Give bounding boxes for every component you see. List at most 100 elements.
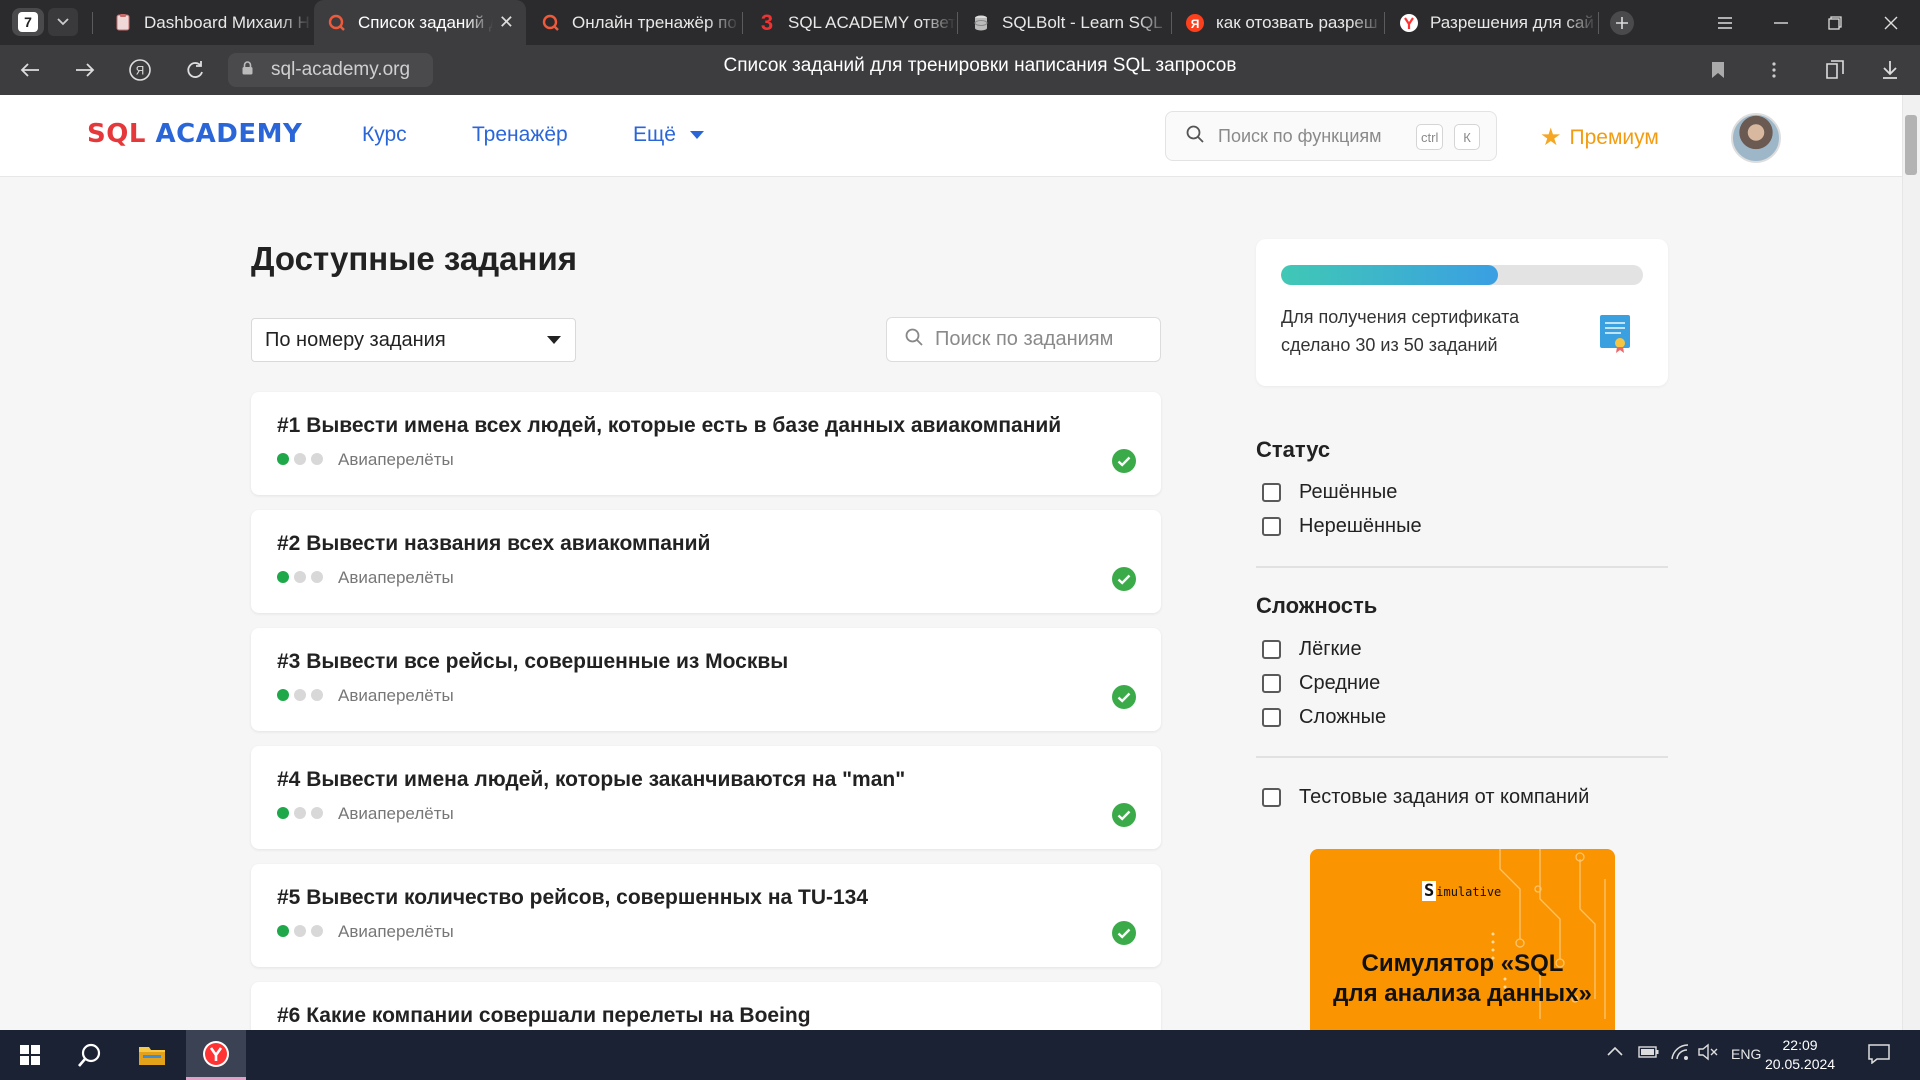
difficulty-dot bbox=[294, 807, 306, 819]
browser-tab-site-permissions[interactable]: Разрешения для сай bbox=[1386, 0, 1598, 45]
promo-brand-logo: Simulative bbox=[1422, 881, 1501, 901]
download-icon[interactable] bbox=[1872, 53, 1908, 87]
tab-list-dropdown-icon[interactable] bbox=[48, 8, 78, 36]
collections-icon[interactable] bbox=[1817, 53, 1853, 87]
search-icon bbox=[1186, 125, 1204, 148]
tab-label: Онлайн тренажёр по bbox=[572, 12, 737, 32]
minimize-icon[interactable] bbox=[1756, 0, 1806, 45]
premium-link[interactable]: ★ Премиум bbox=[1540, 123, 1659, 152]
close-window-icon[interactable] bbox=[1866, 0, 1916, 45]
task-category: Авиаперелёты bbox=[338, 450, 454, 469]
notifications-icon[interactable] bbox=[1868, 1044, 1890, 1068]
browser-tab-dashboard[interactable]: Dashboard Михаил Н bbox=[100, 0, 312, 45]
task-card[interactable]: #2 Вывести названия всех авиакомпаний Ави… bbox=[251, 510, 1161, 613]
nav-link-course[interactable]: Курс bbox=[362, 123, 407, 147]
scrollbar-thumb[interactable] bbox=[1905, 115, 1917, 175]
task-title[interactable]: #6 Какие компании совершали перелеты на … bbox=[277, 1004, 811, 1028]
browser-tab-task-list[interactable]: Список заданий дл ✕ bbox=[314, 0, 526, 45]
filter-solved-checkbox[interactable]: Решённые bbox=[1262, 481, 1397, 504]
yandex-home-icon[interactable]: Я bbox=[122, 53, 158, 87]
task-title[interactable]: #5 Вывести количество рейсов, совершенны… bbox=[277, 886, 868, 910]
checkbox[interactable] bbox=[1262, 674, 1281, 693]
checkbox[interactable] bbox=[1262, 788, 1281, 807]
status-filter-heading: Статус bbox=[1256, 437, 1331, 462]
star-icon: ★ bbox=[1540, 124, 1562, 151]
clock-time: 22:09 bbox=[1782, 1037, 1818, 1053]
checkbox[interactable] bbox=[1262, 517, 1281, 536]
site-logo[interactable]: SQL ACADEMY bbox=[87, 119, 302, 149]
taskbar-clock[interactable]: 22:09 20.05.2024 bbox=[1765, 1036, 1835, 1074]
filter-company-tests-checkbox[interactable]: Тестовые задания от компаний bbox=[1262, 786, 1589, 809]
task-card[interactable]: #5 Вывести количество рейсов, совершенны… bbox=[251, 864, 1161, 967]
nav-link-more[interactable]: Ещё bbox=[633, 123, 704, 147]
taskbar-yandex-browser-icon[interactable] bbox=[186, 1030, 246, 1080]
more-options-icon[interactable] bbox=[1756, 53, 1792, 87]
file-explorer-icon[interactable] bbox=[122, 1030, 182, 1080]
filter-medium-checkbox[interactable]: Средние bbox=[1262, 672, 1380, 695]
bookmark-icon[interactable] bbox=[1700, 53, 1736, 87]
back-arrow-icon[interactable] bbox=[12, 53, 48, 87]
svg-text:Я: Я bbox=[1191, 17, 1200, 31]
filter-divider bbox=[1256, 756, 1668, 758]
task-card[interactable]: #4 Вывести имена людей, которые заканчив… bbox=[251, 746, 1161, 849]
wifi-icon[interactable] bbox=[1670, 1043, 1690, 1065]
checkbox[interactable] bbox=[1262, 708, 1281, 727]
tab-counter-button[interactable]: 7 bbox=[12, 8, 44, 36]
task-category: Авиаперелёты bbox=[338, 568, 454, 587]
taskbar-search-icon[interactable] bbox=[60, 1030, 120, 1080]
nav-more-label: Ещё bbox=[633, 123, 676, 146]
certificate-progress-card: Для получения сертификата сделано 30 из … bbox=[1256, 239, 1668, 386]
search-icon bbox=[905, 328, 923, 351]
url-field[interactable]: sql-academy.org bbox=[228, 53, 433, 87]
battery-icon[interactable] bbox=[1638, 1045, 1660, 1063]
filter-unsolved-checkbox[interactable]: Нерешённые bbox=[1262, 515, 1422, 538]
forward-arrow-icon[interactable] bbox=[67, 53, 103, 87]
filter-label: Сложные bbox=[1299, 706, 1387, 728]
clock-date: 20.05.2024 bbox=[1765, 1056, 1836, 1072]
tab-label: Разрешения для сай bbox=[1430, 12, 1594, 32]
tab-separator bbox=[742, 12, 743, 34]
task-title[interactable]: #1 Вывести имена всех людей, которые ест… bbox=[277, 414, 1061, 438]
checkbox[interactable] bbox=[1262, 640, 1281, 659]
difficulty-dot bbox=[311, 925, 323, 937]
complexity-filter-heading: Сложность bbox=[1256, 593, 1378, 618]
close-tab-icon[interactable]: ✕ bbox=[499, 12, 514, 33]
new-tab-button[interactable] bbox=[1597, 0, 1647, 45]
checkbox[interactable] bbox=[1262, 483, 1281, 502]
simulative-promo-banner[interactable]: Simulative Симулятор «SQL для анализа да… bbox=[1310, 849, 1615, 1030]
language-indicator[interactable]: ENG bbox=[1731, 1046, 1761, 1062]
function-search-input[interactable]: Поиск по функциям ctrl К bbox=[1165, 111, 1497, 161]
page-title: Список заданий для тренировки написания … bbox=[723, 55, 1237, 76]
browser-tab-trainer[interactable]: Онлайн тренажёр по bbox=[528, 0, 740, 45]
show-hidden-icons-chevron-icon[interactable] bbox=[1607, 1043, 1623, 1060]
filter-label: Тестовые задания от компаний bbox=[1299, 786, 1590, 808]
page-scrollbar[interactable] bbox=[1902, 95, 1920, 1030]
user-avatar[interactable] bbox=[1731, 113, 1781, 163]
task-card[interactable]: #1 Вывести имена всех людей, которые ест… bbox=[251, 392, 1161, 495]
difficulty-dot bbox=[311, 453, 323, 465]
browser-tab-sqlbolt[interactable]: SQLBolt - Learn SQL bbox=[958, 0, 1170, 45]
filter-hard-checkbox[interactable]: Сложные bbox=[1262, 706, 1386, 729]
difficulty-indicator bbox=[277, 571, 328, 583]
difficulty-indicator bbox=[277, 925, 328, 937]
task-search-input[interactable]: Поиск по заданиям bbox=[886, 317, 1161, 362]
browser-menu-icon[interactable] bbox=[1700, 0, 1750, 45]
restore-icon[interactable] bbox=[1810, 0, 1860, 45]
difficulty-indicator bbox=[277, 453, 328, 465]
tasks-heading: Доступные задания bbox=[251, 240, 577, 277]
difficulty-dot bbox=[277, 453, 289, 465]
caret-down-icon bbox=[547, 336, 561, 344]
browser-tab-sql-academy-answers[interactable]: 3 SQL ACADEMY ответ bbox=[744, 0, 956, 45]
task-title[interactable]: #4 Вывести имена людей, которые заканчив… bbox=[277, 768, 905, 792]
filter-easy-checkbox[interactable]: Лёгкие bbox=[1262, 638, 1362, 661]
reload-icon[interactable] bbox=[177, 53, 213, 87]
task-card[interactable]: #3 Вывести все рейсы, совершенные из Мос… bbox=[251, 628, 1161, 731]
task-title[interactable]: #3 Вывести все рейсы, совершенные из Мос… bbox=[277, 650, 788, 674]
volume-muted-icon[interactable] bbox=[1698, 1043, 1718, 1065]
nav-link-trainer[interactable]: Тренажёр bbox=[472, 123, 568, 147]
browser-tab-revoke-permissions[interactable]: Я как отозвать разреш bbox=[1172, 0, 1384, 45]
windows-start-icon[interactable] bbox=[0, 1030, 60, 1080]
task-title[interactable]: #2 Вывести названия всех авиакомпаний bbox=[277, 532, 710, 556]
tab-separator bbox=[1384, 12, 1385, 34]
sort-select[interactable]: По номеру задания bbox=[251, 318, 576, 362]
